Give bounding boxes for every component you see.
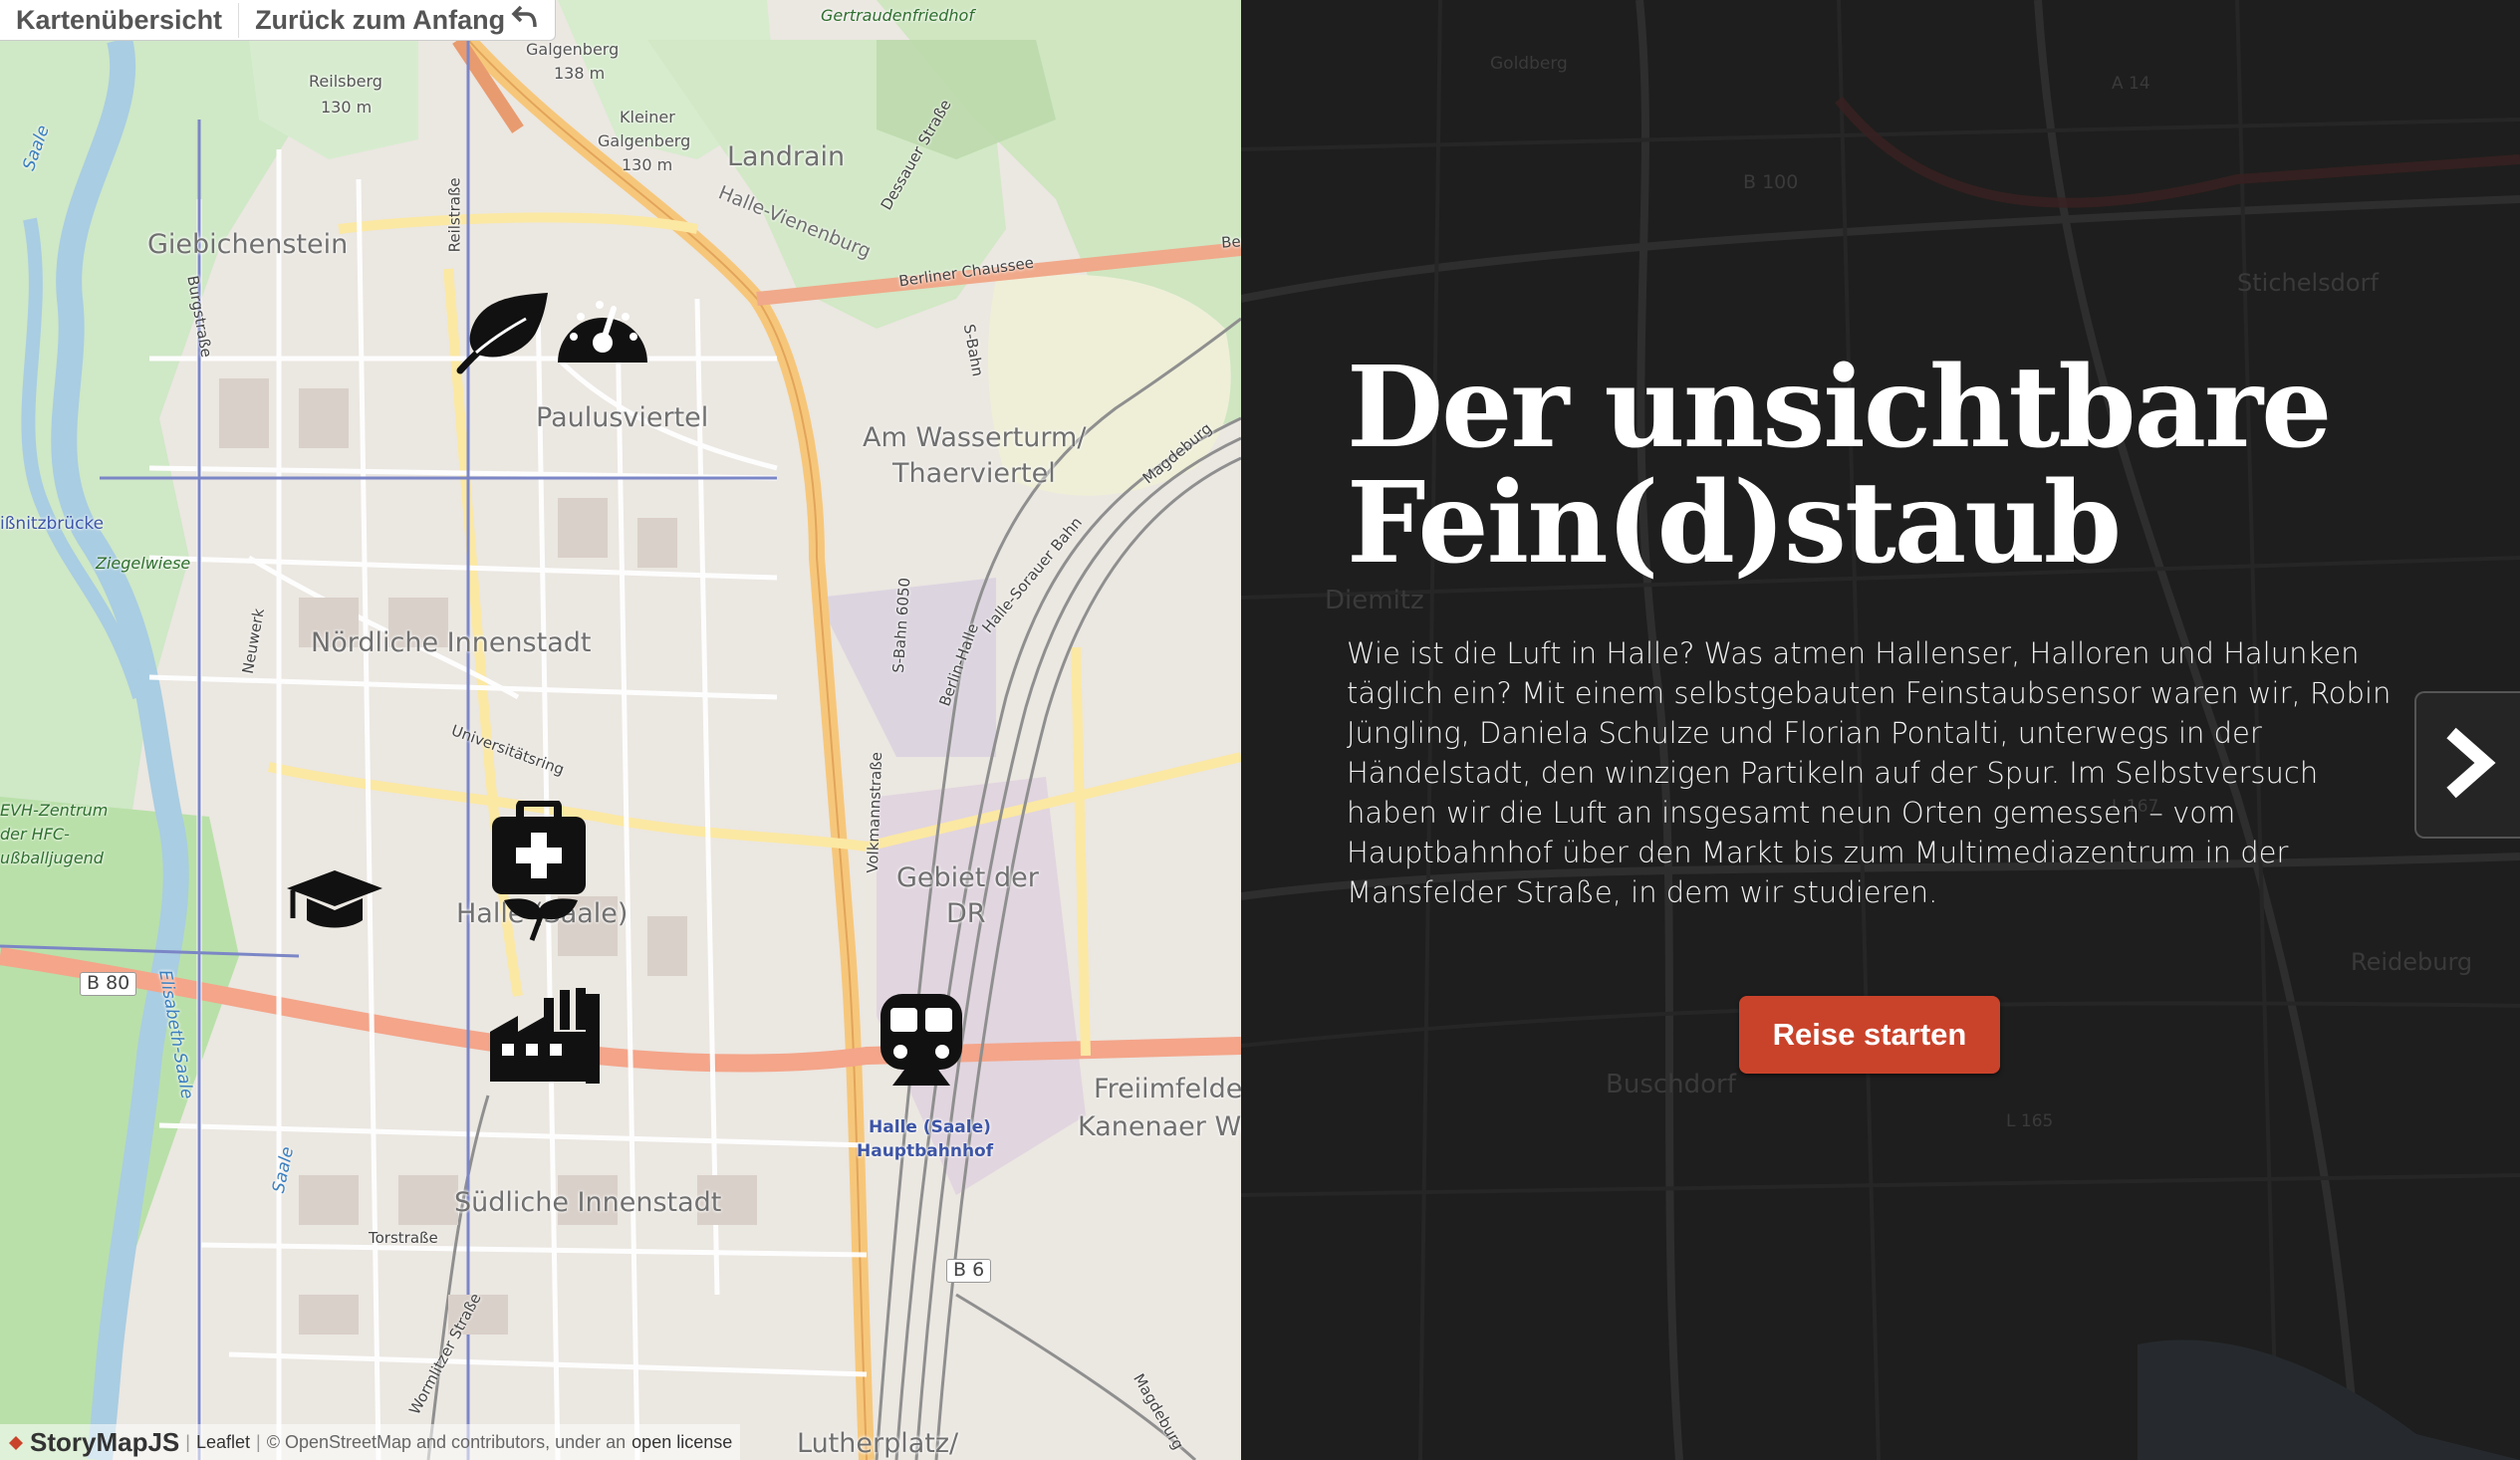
place-gebiet: Gebiet der xyxy=(896,862,1039,893)
storymapjs-brand[interactable]: StoryMapJS xyxy=(8,1427,179,1458)
slide-description: Wie ist die Luft in Halle? Was atmen Hal… xyxy=(1347,636,2392,909)
chevron-right-icon xyxy=(2441,727,2497,804)
place-freiimfelde: Freiimfelde xyxy=(1094,1074,1241,1104)
factory-icon[interactable] xyxy=(488,986,602,1084)
place-paulusviertel: Paulusviertel xyxy=(536,402,709,433)
place-giebichenstein: Giebichenstein xyxy=(147,229,349,260)
place-thaerviertel: Thaerviertel xyxy=(892,458,1056,489)
ghost-diemitz: Diemitz xyxy=(1325,586,1424,615)
place-kanenaer-weg: Kanenaer Weg xyxy=(1078,1111,1241,1142)
ghost-b100: B 100 xyxy=(1743,171,1799,193)
train-icon[interactable] xyxy=(879,992,964,1088)
ghost-a14: A 14 xyxy=(2112,74,2150,94)
place-ziegelwiese: Ziegelwiese xyxy=(96,554,191,573)
top-navigation: Kartenübersicht Zurück zum Anfang xyxy=(0,0,557,41)
leaf-icon[interactable] xyxy=(456,289,552,374)
place-suedliche-innenstadt: Südliche Innenstadt xyxy=(454,1187,722,1218)
open-license-link[interactable]: open license xyxy=(631,1432,732,1453)
leaflet-link[interactable]: Leaflet xyxy=(196,1432,250,1453)
place-kleiner-galgenberg: Galgenberg xyxy=(598,131,691,150)
place-lutherplatz: Lutherplatz/ xyxy=(797,1428,959,1459)
ghost-l165: L 165 xyxy=(2006,1111,2054,1131)
place-reilsberg: Reilsberg xyxy=(309,72,382,91)
slide-title: Der unsichtbare Fein(d)staub xyxy=(1347,343,2332,589)
map-tiles[interactable] xyxy=(0,0,1241,1460)
map-panel[interactable]: Giebichenstein Landrain Paulusviertel Am… xyxy=(0,0,1241,1460)
road-badge-b80: B 80 xyxy=(80,972,137,996)
place-reilsberg-height: 130 m xyxy=(321,98,373,117)
next-slide-button[interactable] xyxy=(2414,691,2520,839)
osm-copyright: © OpenStreetMap and contributors, under … xyxy=(266,1431,627,1452)
ghost-buschdorf: Buschdorf xyxy=(1606,1070,1736,1099)
ghost-reideburg: Reideburg xyxy=(2351,948,2473,976)
place-dr: DR xyxy=(946,898,986,929)
ghost-goldberg: Goldberg xyxy=(1490,54,1568,74)
place-evh-3: ußballjugend xyxy=(0,849,104,867)
return-arrow-icon xyxy=(511,3,539,38)
place-galgenberg: Galgenberg xyxy=(526,40,620,59)
gauge-icon[interactable] xyxy=(554,289,651,366)
place-evh-1: EVH-Zentrum xyxy=(0,801,109,820)
road-badge-b6: B 6 xyxy=(946,1259,992,1283)
attribution-bar: StoryMapJS | Leaflet | © OpenStreetMap a… xyxy=(0,1424,741,1460)
storymapjs-label: StoryMapJS xyxy=(30,1426,180,1457)
back-to-start-label: Zurück zum Anfang xyxy=(255,4,506,35)
place-kleiner: Kleiner xyxy=(620,108,675,126)
place-evh-2: der HFC- xyxy=(0,825,70,844)
attribution-separator: | xyxy=(185,1431,190,1452)
place-gertraudenfriedhof: Gertraudenfriedhof xyxy=(821,6,974,25)
street-torstrasse: Torstraße xyxy=(369,1229,438,1247)
ghost-stichelsdorf: Stichelsdorf xyxy=(2237,269,2379,297)
place-noerdliche-innenstadt: Nördliche Innenstadt xyxy=(311,627,592,658)
graduation-cap-icon[interactable] xyxy=(285,868,384,930)
back-to-start-button[interactable]: Zurück zum Anfang xyxy=(238,2,555,38)
attribution-separator-2: | xyxy=(256,1431,261,1452)
station-hbf-2: Hauptbahnhof xyxy=(857,1141,994,1161)
place-kleiner-height: 130 m xyxy=(622,155,673,174)
start-journey-button[interactable]: Reise starten xyxy=(1739,996,2000,1074)
map-overview-button[interactable]: Kartenübersicht xyxy=(0,5,238,36)
storymapjs-logo-icon xyxy=(8,1427,24,1458)
station-hbf-1: Halle (Saale) xyxy=(869,1117,991,1137)
street-reilstrasse: Reilstraße xyxy=(445,177,464,253)
map-overview-label: Kartenübersicht xyxy=(16,4,223,35)
place-wasserturm: Am Wasserturm/ xyxy=(863,422,1087,453)
medkit-icon[interactable] xyxy=(490,801,588,898)
place-landrain: Landrain xyxy=(727,141,846,172)
place-giebichensteinbruecke: ißnitzbrücke xyxy=(0,514,105,534)
place-galgenberg-height: 138 m xyxy=(554,64,606,83)
flower-icon[interactable] xyxy=(502,892,580,942)
